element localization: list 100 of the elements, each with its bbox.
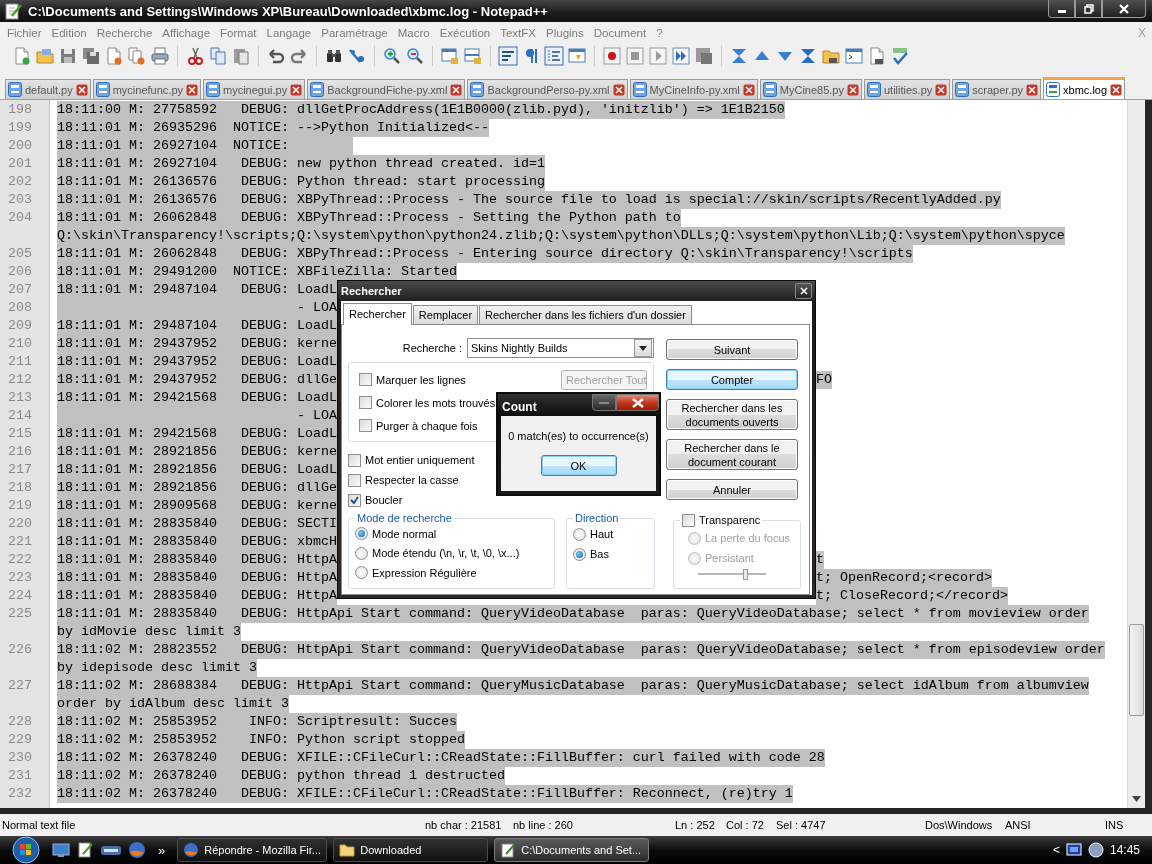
radio-button[interactable] — [355, 546, 368, 560]
paste-icon[interactable] — [231, 46, 251, 66]
menu-item[interactable]: Exécution — [434, 26, 496, 39]
undo-icon[interactable] — [266, 46, 286, 66]
tab-close-icon[interactable] — [1026, 83, 1039, 96]
menu-item[interactable]: Paramétrage — [316, 26, 393, 39]
radio-label[interactable]: Mode normal — [372, 527, 437, 540]
file-tab[interactable]: scraper.py — [952, 79, 1042, 99]
close-button[interactable] — [795, 283, 812, 299]
notepad-icon[interactable] — [76, 841, 94, 859]
menu-item[interactable]: Format — [215, 26, 262, 39]
close-all-icon[interactable] — [127, 46, 147, 66]
play-icon[interactable] — [648, 46, 668, 66]
checkbox-label[interactable]: Boucler — [365, 494, 403, 506]
checkbox[interactable] — [348, 493, 361, 507]
clock[interactable]: 14:45 — [1109, 843, 1140, 857]
file-tab[interactable]: mycinefunc.py — [92, 79, 201, 99]
stop-icon[interactable] — [625, 46, 645, 66]
file-tab[interactable]: MyCine85.py — [759, 79, 862, 99]
slider-track[interactable] — [697, 569, 767, 580]
close-icon[interactable] — [1119, 3, 1129, 14]
checkbox[interactable] — [348, 473, 361, 487]
scroll-down-icon[interactable] — [1132, 796, 1141, 802]
close-file-icon[interactable] — [104, 46, 124, 66]
checkbox-label[interactable]: Transparenc — [699, 514, 761, 526]
windows-logo-icon[interactable] — [12, 836, 40, 864]
menu-item[interactable]: TextFX — [495, 26, 541, 39]
save-icon[interactable] — [58, 46, 78, 66]
printer-icon[interactable] — [150, 46, 170, 66]
checkbox-label[interactable]: Purger à chaque fois — [376, 419, 478, 432]
monitor-icon[interactable] — [52, 841, 70, 859]
menu-item[interactable]: Langage — [261, 26, 317, 39]
round-badge-icon[interactable] — [1087, 842, 1104, 858]
file-tab[interactable]: xbmc.log — [1043, 77, 1126, 99]
file-tab[interactable]: BackgroundPerso-py.xml — [467, 79, 628, 99]
close-button[interactable] — [616, 394, 659, 411]
tab-close-icon[interactable] — [742, 83, 755, 96]
tab-close-icon[interactable] — [186, 83, 198, 96]
save-all-icon[interactable] — [81, 46, 101, 66]
checkbox[interactable] — [359, 396, 372, 409]
slider-thumb[interactable] — [743, 569, 748, 580]
network-icon[interactable] — [1065, 842, 1082, 858]
close-icon[interactable] — [631, 397, 644, 408]
menu-item[interactable]: Macro — [392, 26, 435, 39]
dropdown-icon[interactable] — [639, 345, 647, 351]
dialog-tab[interactable]: Rechercher — [343, 303, 412, 325]
zoom-out-icon[interactable] — [405, 46, 425, 66]
file-tab[interactable]: default.py — [5, 79, 91, 99]
tab-close-icon[interactable] — [290, 83, 303, 96]
copy-icon[interactable] — [208, 46, 228, 66]
zoom-in-icon[interactable] — [382, 46, 402, 66]
menu-item[interactable]: Plugins — [541, 26, 589, 39]
file-tab[interactable]: BackgroundFiche-py.xml — [307, 79, 466, 99]
tab-close-icon[interactable] — [847, 83, 859, 96]
checkbox[interactable] — [359, 373, 372, 386]
restore-button[interactable] — [1075, 0, 1102, 18]
dialog-button[interactable]: Compter — [666, 369, 798, 390]
file-tab[interactable]: utilities.py — [864, 79, 951, 99]
checkbox[interactable] — [359, 419, 372, 432]
dialog-button[interactable]: Rechercher dans les documents ouverts — [666, 399, 798, 430]
menu-item[interactable]: Edition — [46, 26, 92, 39]
scrollbar[interactable] — [1127, 100, 1145, 808]
radio-button[interactable] — [355, 527, 368, 541]
menu-item[interactable]: Recherche — [91, 26, 158, 39]
checkbox-label[interactable]: Colorer les mots trouvés — [376, 396, 496, 409]
redo-icon[interactable] — [289, 46, 309, 66]
radio-label[interactable]: Mode étendu (\n, \r, \t, \0, \x...) — [372, 547, 520, 560]
spell-check-icon[interactable] — [890, 46, 910, 66]
radio-button[interactable] — [355, 566, 368, 580]
checkbox-label[interactable]: Marquer les lignes — [376, 373, 466, 386]
save-macro-icon[interactable] — [694, 46, 714, 66]
taskbar-button[interactable]: Répondre - Mozilla Fir... — [177, 838, 328, 862]
panel-icon[interactable] — [567, 46, 587, 66]
dialog-tab[interactable]: Remplacer — [412, 305, 479, 324]
word-wrap-icon[interactable] — [498, 46, 518, 66]
radio-label[interactable]: Bas — [590, 548, 609, 560]
checkbox-label[interactable]: Mot entier uniquement — [365, 454, 475, 466]
menu-item[interactable]: Fichier — [2, 26, 47, 39]
tab-close-icon[interactable] — [1110, 83, 1123, 96]
more-button[interactable]: » — [158, 842, 166, 858]
document-icon[interactable] — [867, 46, 887, 66]
file-tab[interactable]: mycinegui.py — [203, 79, 306, 99]
scrollbar-thumb[interactable] — [1129, 624, 1144, 716]
taskbar-button[interactable]: C:\Documents and Set... — [494, 838, 650, 862]
tab-close-icon[interactable] — [450, 83, 463, 96]
restore-icon[interactable] — [1083, 3, 1094, 14]
ok-button[interactable]: OK — [540, 455, 617, 476]
radio-label[interactable]: Haut — [590, 528, 614, 540]
locked-window-icon[interactable] — [463, 46, 483, 66]
file-tab[interactable]: MyCineInfo-py.xml — [629, 79, 758, 99]
search-combo-box[interactable]: Skins Nightly Builds — [467, 338, 654, 358]
tab-close-icon[interactable] — [935, 83, 948, 96]
console-icon[interactable] — [844, 46, 864, 66]
menu-item[interactable]: ? — [651, 26, 668, 39]
dialog-button[interactable]: Annuler — [666, 479, 798, 500]
scissors-icon[interactable] — [185, 46, 205, 66]
record-icon[interactable] — [602, 46, 622, 66]
tray-expand-button[interactable]: < — [1052, 843, 1060, 857]
dialog-button[interactable]: Rechercher dans le document courant — [666, 439, 798, 470]
close-icon[interactable] — [799, 287, 808, 295]
